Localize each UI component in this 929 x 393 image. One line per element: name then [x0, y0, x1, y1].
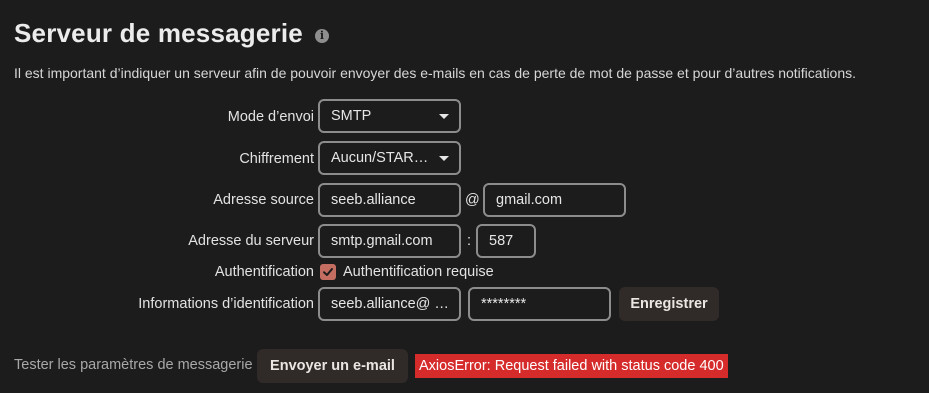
- send-mode-label: Mode d’envoi: [227, 109, 314, 125]
- port-separator: :: [467, 233, 472, 249]
- encryption-value: Aucun/STAR…: [331, 150, 429, 166]
- username-value: seeb.alliance@ …: [331, 296, 449, 312]
- encryption-select[interactable]: Aucun/STAR…: [318, 141, 461, 175]
- at-separator: @: [465, 192, 480, 208]
- send-mode-value: SMTP: [331, 108, 372, 124]
- send-mode-select[interactable]: SMTP: [318, 99, 461, 133]
- server-host-value: smtp.gmail.com: [331, 233, 433, 249]
- test-settings-label: Tester les paramètres de messagerie: [14, 357, 253, 373]
- from-address-label: Adresse source: [213, 192, 314, 208]
- password-value: ********: [481, 296, 527, 312]
- encryption-label: Chiffrement: [239, 151, 314, 167]
- info-icon[interactable]: i: [314, 28, 329, 43]
- server-address-label: Adresse du serveur: [188, 233, 314, 249]
- from-address-domain-input[interactable]: gmail.com: [483, 183, 626, 217]
- chevron-down-icon: [439, 156, 449, 161]
- from-address-local-input[interactable]: seeb.alliance: [318, 183, 461, 217]
- save-button[interactable]: Enregistrer: [619, 287, 719, 321]
- section-header: Serveur de messagerie i: [14, 18, 329, 49]
- page-title: Serveur de messagerie: [14, 18, 303, 48]
- from-address-domain-value: gmail.com: [496, 192, 563, 208]
- chevron-down-icon: [439, 114, 449, 119]
- send-email-button[interactable]: Envoyer un e-mail: [257, 349, 408, 383]
- server-port-value: 587: [489, 233, 514, 249]
- username-input[interactable]: seeb.alliance@ …: [318, 287, 461, 321]
- server-port-input[interactable]: 587: [476, 224, 536, 258]
- authentication-checkbox[interactable]: [320, 264, 336, 280]
- section-description: Il est important d’indiquer un serveur a…: [14, 65, 857, 81]
- server-host-input[interactable]: smtp.gmail.com: [318, 224, 461, 258]
- password-input[interactable]: ********: [468, 287, 611, 321]
- credentials-label: Informations d’identification: [138, 296, 314, 312]
- authentication-label: Authentification: [214, 264, 314, 280]
- error-message: AxiosError: Request failed with status c…: [415, 354, 728, 378]
- authentication-checkbox-label[interactable]: Authentification requise: [343, 264, 494, 280]
- mail-server-settings: Serveur de messagerie i Il est important…: [0, 0, 929, 393]
- from-address-local-value: seeb.alliance: [331, 192, 416, 208]
- checkmark-icon: [323, 268, 333, 276]
